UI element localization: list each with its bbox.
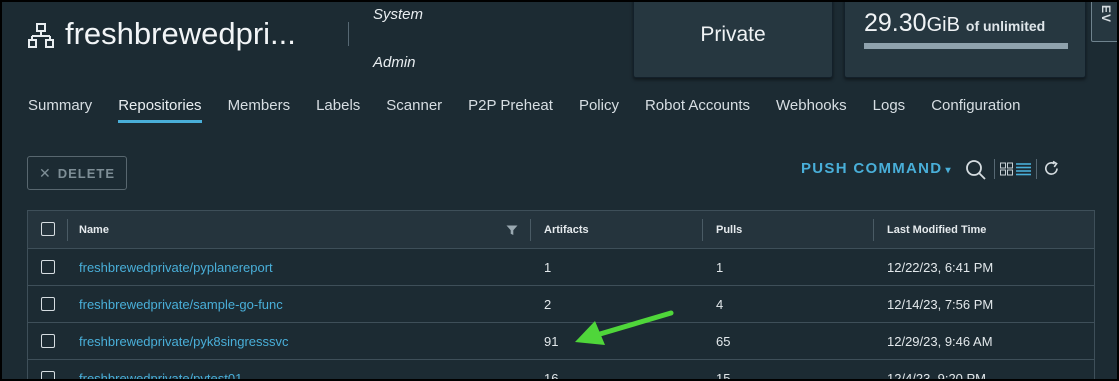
tab-logs[interactable]: Logs (873, 97, 906, 123)
chevron-down-icon: ▾ (945, 165, 952, 176)
table-row: freshbrewedprivate/pyk8singresssvc 91 65 12… (28, 323, 1094, 360)
tab-summary[interactable]: Summary (28, 97, 92, 123)
artifacts-count: 91 (544, 333, 559, 349)
delete-button-label: DELETE (57, 165, 116, 181)
tab-repositories[interactable]: Repositories (118, 97, 202, 123)
delete-button[interactable]: ✕ DELETE (27, 156, 127, 190)
column-header-pulls[interactable]: Pulls (716, 211, 742, 248)
pulls-count: 65 (716, 333, 731, 349)
row-checkbox[interactable] (41, 371, 55, 379)
artifacts-count: 1 (544, 259, 552, 275)
quota-text: 29.30GiB of unlimited (864, 9, 1045, 38)
tab-webhooks[interactable]: Webhooks (776, 97, 847, 123)
tab-policy[interactable]: Policy (579, 97, 619, 123)
column-divider (67, 219, 68, 241)
row-checkbox[interactable] (41, 297, 55, 311)
project-tabs: Summary Repositories Members Labels Scanner P… (28, 97, 1046, 125)
filter-icon[interactable] (506, 225, 518, 236)
access-level-label: Private (700, 23, 766, 46)
column-divider (530, 219, 531, 241)
column-divider (702, 219, 703, 241)
last-modified-time: 12/14/23, 7:56 PM (887, 296, 994, 312)
last-modified-time: 12/22/23, 6:41 PM (887, 259, 994, 275)
event-log-tab[interactable]: EV (1091, 2, 1117, 42)
table-row: freshbrewedprivate/pyplanereport 1 1 12/22/… (28, 249, 1094, 286)
event-log-tab-label: EV (1099, 5, 1113, 24)
table-header-row: Name Artifacts Pulls Last Modified Time (28, 211, 1094, 249)
app-frame: freshbrewedpri... System Admin Private 2… (2, 2, 1117, 379)
tab-p2p-preheat[interactable]: P2P Preheat (468, 97, 553, 123)
tab-configuration[interactable]: Configuration (931, 97, 1020, 123)
artifacts-count: 2 (544, 296, 552, 312)
project-title: freshbrewedpri... (65, 16, 296, 51)
push-command-dropdown[interactable]: PUSH COMMAND ▾ (801, 160, 952, 177)
tab-robot-accounts[interactable]: Robot Accounts (645, 97, 750, 123)
quota-value: 29.30 (864, 9, 927, 37)
column-divider (873, 219, 874, 241)
quota-card: 29.30GiB of unlimited (844, 2, 1086, 78)
pulls-count: 1 (716, 259, 724, 275)
repository-link[interactable]: freshbrewedprivate/pytest01 (79, 360, 242, 380)
column-header-name[interactable]: Name (79, 211, 109, 248)
tab-scanner[interactable]: Scanner (386, 97, 442, 123)
column-header-last-modified[interactable]: Last Modified Time (887, 211, 986, 248)
tab-labels[interactable]: Labels (316, 97, 360, 123)
toolbar-divider (994, 159, 995, 179)
repository-link[interactable]: freshbrewedprivate/sample-go-func (79, 286, 283, 322)
row-checkbox[interactable] (41, 260, 55, 274)
table-row: freshbrewedprivate/pytest01 16 15 12/4/23, … (28, 360, 1094, 379)
column-header-artifacts[interactable]: Artifacts (544, 211, 589, 248)
quota-progress-fill (864, 43, 1068, 49)
repository-link[interactable]: freshbrewedprivate/pyk8singresssvc (79, 323, 289, 359)
quota-progress-bar (864, 43, 1068, 49)
refresh-icon[interactable] (1043, 160, 1060, 177)
repository-link[interactable]: freshbrewedprivate/pyplanereport (79, 249, 273, 285)
role-label-system: System (373, 6, 424, 23)
list-view-icon[interactable] (1016, 162, 1031, 176)
quota-unit: GiB (926, 14, 960, 36)
table-row: freshbrewedprivate/sample-go-func 2 4 12/14… (28, 286, 1094, 323)
artifacts-count: 16 (544, 370, 559, 380)
row-checkbox[interactable] (41, 334, 55, 348)
project-icon (28, 23, 54, 48)
grid-view-icon[interactable] (1000, 162, 1013, 176)
header-divider (348, 22, 349, 46)
pulls-count: 15 (716, 370, 731, 380)
last-modified-time: 12/29/23, 9:46 AM (887, 333, 993, 349)
close-icon: ✕ (38, 164, 52, 181)
access-level-card: Private (633, 2, 833, 78)
toolbar-divider (1036, 159, 1037, 179)
last-modified-time: 12/4/23, 9:20 PM (887, 370, 987, 380)
push-command-label: PUSH COMMAND (801, 160, 943, 177)
role-label-admin: Admin (373, 54, 416, 71)
quota-suffix: of unlimited (965, 18, 1046, 34)
annotation-arrow (575, 310, 674, 345)
select-all-checkbox[interactable] (41, 222, 55, 236)
pulls-count: 4 (716, 296, 724, 312)
tab-members[interactable]: Members (228, 97, 291, 123)
repositories-table: Name Artifacts Pulls Last Modified Time … (27, 210, 1095, 379)
search-icon[interactable] (964, 158, 988, 182)
